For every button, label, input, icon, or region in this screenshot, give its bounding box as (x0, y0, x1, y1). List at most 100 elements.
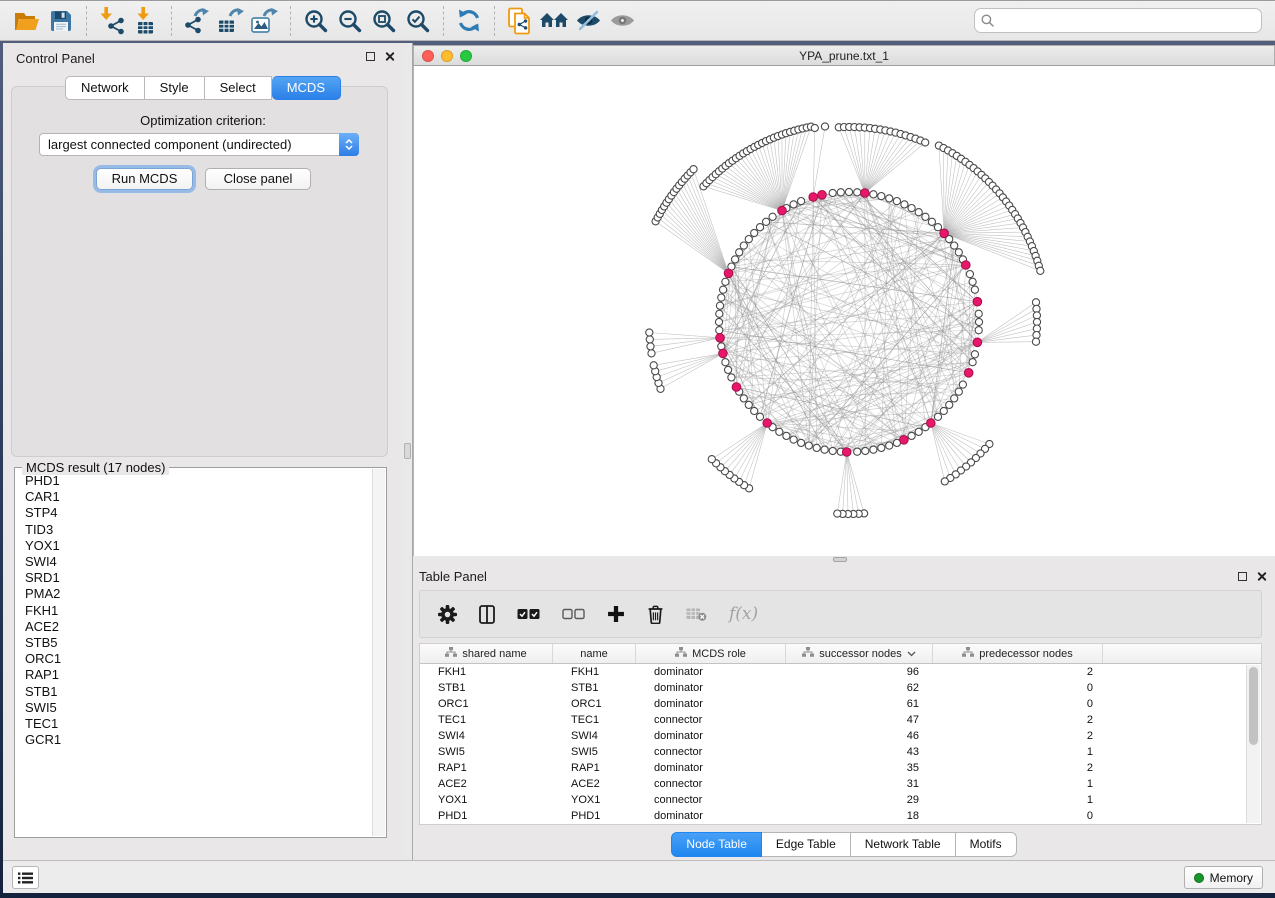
satellite-node[interactable] (690, 166, 697, 173)
tab-mcds[interactable]: MCDS (272, 76, 341, 100)
ring-node[interactable] (886, 195, 893, 202)
trash-icon[interactable] (647, 605, 664, 624)
table-row[interactable]: TEC1TEC1connector472 (420, 712, 1261, 728)
ring-node[interactable] (940, 407, 947, 414)
mcds-hub-node[interactable] (732, 383, 741, 392)
tab-motifs[interactable]: Motifs (956, 832, 1017, 857)
column-header-name[interactable]: name (553, 644, 636, 663)
ring-node[interactable] (901, 201, 908, 208)
ring-node[interactable] (975, 318, 982, 325)
ring-node[interactable] (720, 286, 727, 293)
satellite-node[interactable] (648, 350, 655, 357)
mcds-result-item[interactable]: SRD1 (25, 570, 372, 586)
column-header-predecessor-nodes[interactable]: predecessor nodes (933, 644, 1103, 663)
ring-node[interactable] (813, 444, 820, 451)
mcds-hub-node[interactable] (809, 193, 818, 202)
ring-node[interactable] (821, 446, 828, 453)
ring-node[interactable] (862, 447, 869, 454)
ring-node[interactable] (878, 444, 885, 451)
mcds-result-item[interactable]: SWI4 (25, 554, 372, 570)
memory-button[interactable]: Memory (1184, 866, 1263, 889)
ring-node[interactable] (975, 310, 982, 317)
first-neighbors-icon[interactable] (537, 5, 571, 37)
mcds-hub-node[interactable] (724, 269, 733, 278)
ring-node[interactable] (969, 359, 976, 366)
ring-node[interactable] (878, 193, 885, 200)
mcds-hub-node[interactable] (940, 229, 949, 238)
ring-node[interactable] (870, 191, 877, 198)
ring-node[interactable] (722, 278, 729, 285)
satellite-node[interactable] (650, 362, 657, 369)
close-panel-button[interactable]: Close panel (205, 168, 311, 190)
network-graph[interactable] (414, 66, 1274, 555)
tab-edge-table[interactable]: Edge Table (762, 832, 851, 857)
close-panel-icon[interactable] (384, 51, 395, 62)
ring-node[interactable] (728, 374, 735, 381)
satellite-node[interactable] (647, 343, 654, 350)
table-scrollbar[interactable] (1246, 665, 1260, 823)
ring-node[interactable] (763, 218, 770, 225)
ring-node[interactable] (893, 198, 900, 205)
table-row[interactable]: SWI4SWI4dominator462 (420, 728, 1261, 744)
tab-node-table[interactable]: Node Table (671, 832, 762, 857)
tab-style[interactable]: Style (145, 76, 205, 100)
satellite-node[interactable] (708, 456, 715, 463)
export-image-icon[interactable] (248, 5, 282, 37)
columns-icon[interactable] (479, 605, 495, 624)
ring-node[interactable] (776, 428, 783, 435)
show-all-icon[interactable] (605, 5, 639, 37)
ring-node[interactable] (798, 439, 805, 446)
mcds-result-item[interactable]: RAP1 (25, 667, 372, 683)
ring-node[interactable] (870, 446, 877, 453)
network-window-titlebar[interactable]: YPA_prune.txt_1 (413, 45, 1275, 66)
satellite-node[interactable] (811, 124, 818, 131)
mcds-hub-node[interactable] (778, 206, 787, 215)
ring-node[interactable] (756, 224, 763, 231)
add-icon[interactable] (607, 605, 625, 623)
ring-node[interactable] (951, 395, 958, 402)
gear-icon[interactable] (438, 605, 457, 624)
mcds-result-item[interactable]: FKH1 (25, 603, 372, 619)
ring-node[interactable] (732, 256, 739, 263)
deselect-all-icon[interactable] (562, 608, 585, 620)
ring-node[interactable] (975, 327, 982, 334)
ring-node[interactable] (718, 294, 725, 301)
float-panel-icon[interactable] (366, 52, 375, 61)
ring-node[interactable] (745, 236, 752, 243)
ring-node[interactable] (922, 213, 929, 220)
export-network-icon[interactable] (180, 5, 214, 37)
run-mcds-button[interactable]: Run MCDS (96, 168, 193, 190)
satellite-node[interactable] (646, 336, 653, 343)
import-network-icon[interactable] (95, 5, 129, 37)
zoom-selected-icon[interactable] (401, 5, 435, 37)
ring-node[interactable] (845, 188, 852, 195)
ring-node[interactable] (751, 407, 758, 414)
ring-node[interactable] (725, 366, 732, 373)
ring-node[interactable] (951, 242, 958, 249)
hide-selected-icon[interactable] (571, 5, 605, 37)
tab-select[interactable]: Select (205, 76, 272, 100)
zoom-out-icon[interactable] (333, 5, 367, 37)
table-row[interactable]: PHD1PHD1dominator180 (420, 808, 1261, 824)
ring-node[interactable] (915, 209, 922, 216)
ring-node[interactable] (886, 442, 893, 449)
ring-node[interactable] (783, 432, 790, 439)
criterion-select[interactable]: largest connected component (undirected) (39, 133, 359, 156)
mcds-result-item[interactable]: STP4 (25, 505, 372, 521)
mcds-hub-node[interactable] (962, 261, 971, 270)
ring-node[interactable] (934, 413, 941, 420)
mcds-result-item[interactable]: SWI5 (25, 700, 372, 716)
mcds-result-item[interactable]: STB5 (25, 635, 372, 651)
mcds-result-item[interactable]: CAR1 (25, 489, 372, 505)
ring-node[interactable] (751, 229, 758, 236)
ring-node[interactable] (915, 428, 922, 435)
zoom-in-icon[interactable] (299, 5, 333, 37)
horizontal-splitter[interactable] (413, 556, 1275, 563)
table-row[interactable]: RAP1RAP1dominator352 (420, 760, 1261, 776)
ring-node[interactable] (716, 302, 723, 309)
ring-node[interactable] (959, 381, 966, 388)
mcds-hub-node[interactable] (964, 369, 973, 378)
ring-node[interactable] (971, 351, 978, 358)
satellite-node[interactable] (941, 478, 948, 485)
ring-node[interactable] (854, 448, 861, 455)
